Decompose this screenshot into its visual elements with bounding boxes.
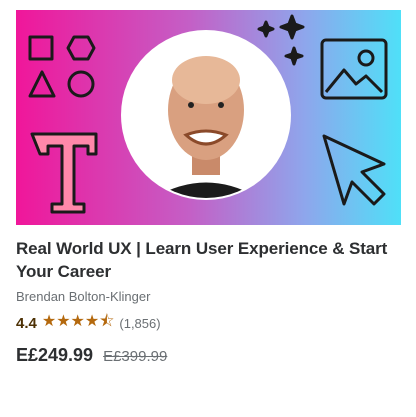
star-rating-icon: ★★★★⯪	[41, 313, 115, 330]
review-count: (1,856)	[119, 316, 161, 331]
thumbnail-illustration	[28, 14, 388, 214]
hexagon-doodle-icon	[66, 35, 96, 61]
rating-row: 4.4 ★★★★⯪ (1,856)	[16, 310, 401, 337]
instructor-photo	[121, 30, 291, 200]
text-t-icon	[30, 132, 98, 214]
course-thumbnail[interactable]	[16, 10, 401, 225]
square-doodle-icon	[28, 35, 54, 61]
cursor-arrow-icon	[322, 134, 386, 206]
course-card[interactable]: Real World UX | Learn User Experience & …	[16, 10, 401, 366]
price-row: E£249.99 E£399.99	[16, 345, 401, 366]
image-icon	[320, 38, 388, 100]
course-title[interactable]: Real World UX | Learn User Experience & …	[16, 237, 401, 283]
original-price: E£399.99	[103, 348, 168, 365]
circle-doodle-icon	[67, 70, 95, 98]
rating-value: 4.4	[16, 315, 37, 332]
instructor-name: Brendan Bolton-Klinger	[16, 289, 151, 304]
triangle-doodle-icon	[28, 70, 56, 98]
current-price: E£249.99	[16, 345, 94, 365]
sparkle-icon	[279, 14, 305, 40]
